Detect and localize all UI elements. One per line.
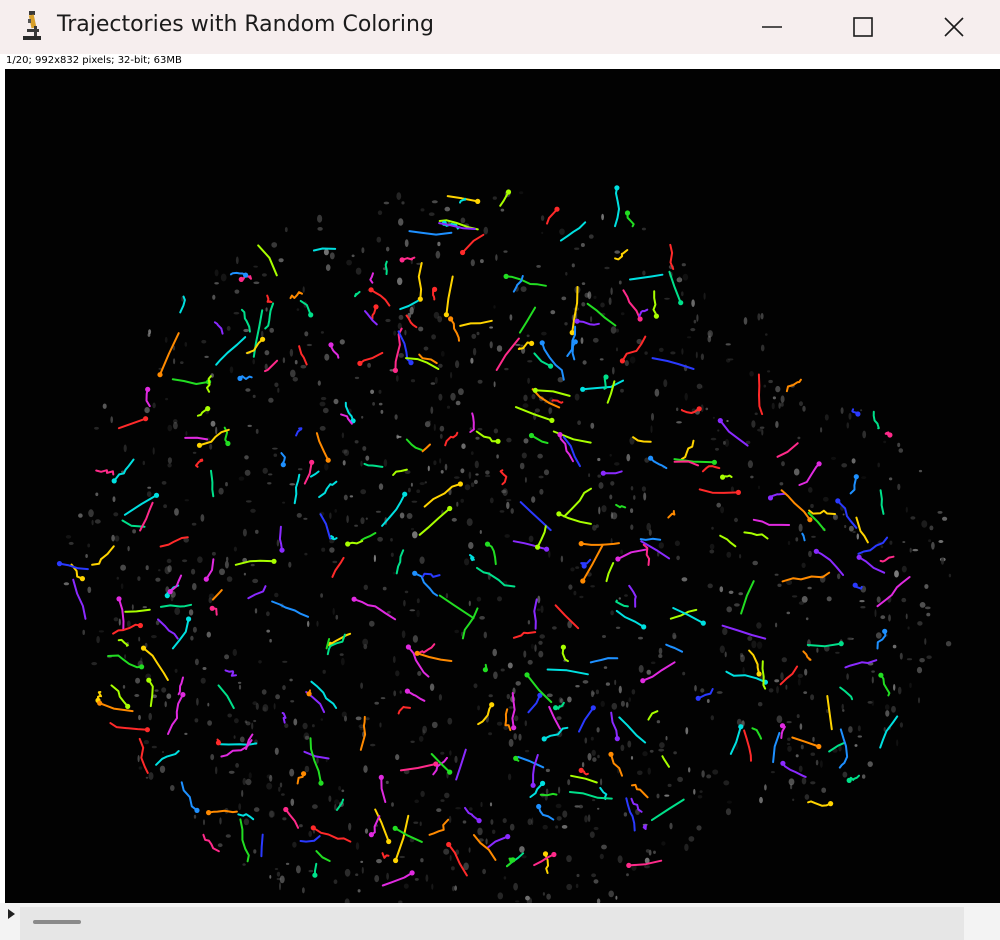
slice-scrollbar-thumb[interactable] — [33, 920, 81, 924]
close-icon — [944, 17, 964, 37]
close-button[interactable] — [908, 0, 1000, 54]
maximize-icon — [853, 17, 873, 37]
slice-navigator — [0, 903, 1000, 940]
window-title: Trajectories with Random Coloring — [57, 12, 434, 37]
slice-scrollbar[interactable] — [20, 907, 964, 940]
image-canvas[interactable] — [5, 69, 1000, 903]
maximize-button[interactable] — [817, 0, 909, 54]
minimize-button[interactable] — [726, 0, 818, 54]
play-icon[interactable] — [8, 909, 15, 919]
minimize-icon — [762, 26, 782, 28]
image-info-label: 1/20; 992x832 pixels; 32-bit; 63MB — [6, 55, 182, 66]
trajectory-image — [56, 185, 952, 903]
title-bar: Trajectories with Random Coloring — [0, 0, 1000, 54]
microscope-icon[interactable] — [20, 10, 44, 42]
